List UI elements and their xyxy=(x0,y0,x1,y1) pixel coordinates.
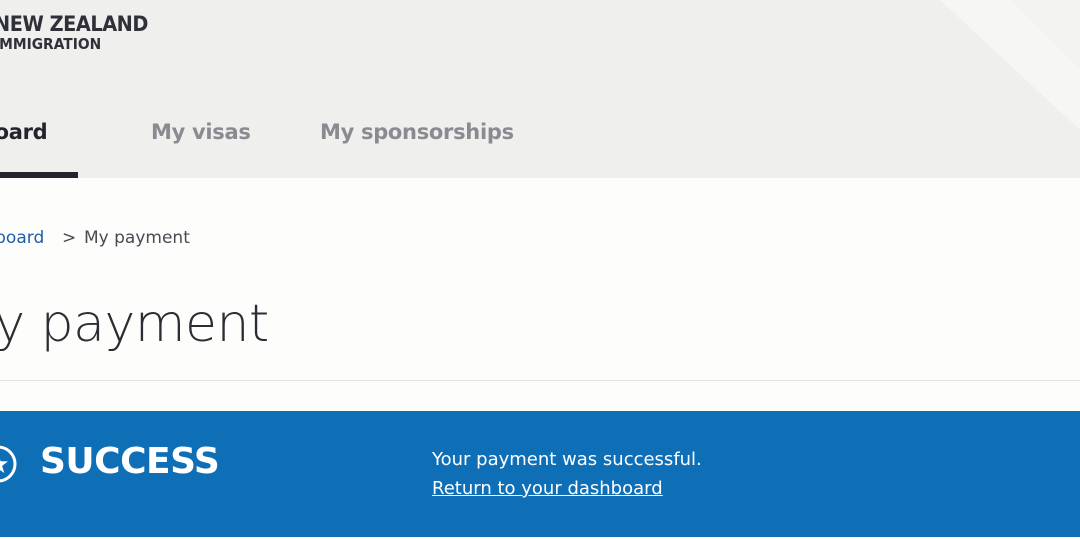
return-to-dashboard-link[interactable]: Return to your dashboard xyxy=(432,478,663,499)
breadcrumb-link-dashboard[interactable]: Dashboard xyxy=(0,228,44,248)
success-heading: SUCCESS xyxy=(40,441,220,482)
site-header: NEW ZEALAND IMMIGRATION Dashboard My vis… xyxy=(0,0,1080,178)
star-badge-icon xyxy=(0,445,17,483)
title-divider xyxy=(0,380,1080,381)
success-banner: SUCCESS Your payment was successful. Ret… xyxy=(0,411,1080,537)
tab-my-visas[interactable]: My visas xyxy=(151,120,251,144)
main-nav: Dashboard My visas My sponsorships xyxy=(0,112,1080,178)
logo-line-1: NEW ZEALAND xyxy=(0,12,148,36)
active-tab-indicator xyxy=(0,172,78,178)
logo-line-2: IMMIGRATION xyxy=(0,35,102,53)
breadcrumb-separator: > xyxy=(62,228,77,248)
nz-immigration-logo[interactable]: NEW ZEALAND IMMIGRATION xyxy=(0,14,161,52)
page-title: My payment xyxy=(0,294,269,354)
tab-my-sponsorships[interactable]: My sponsorships xyxy=(320,120,514,144)
breadcrumb-current: My payment xyxy=(84,228,190,248)
success-message: Your payment was successful. xyxy=(432,449,702,470)
tab-dashboard[interactable]: Dashboard xyxy=(0,120,48,144)
